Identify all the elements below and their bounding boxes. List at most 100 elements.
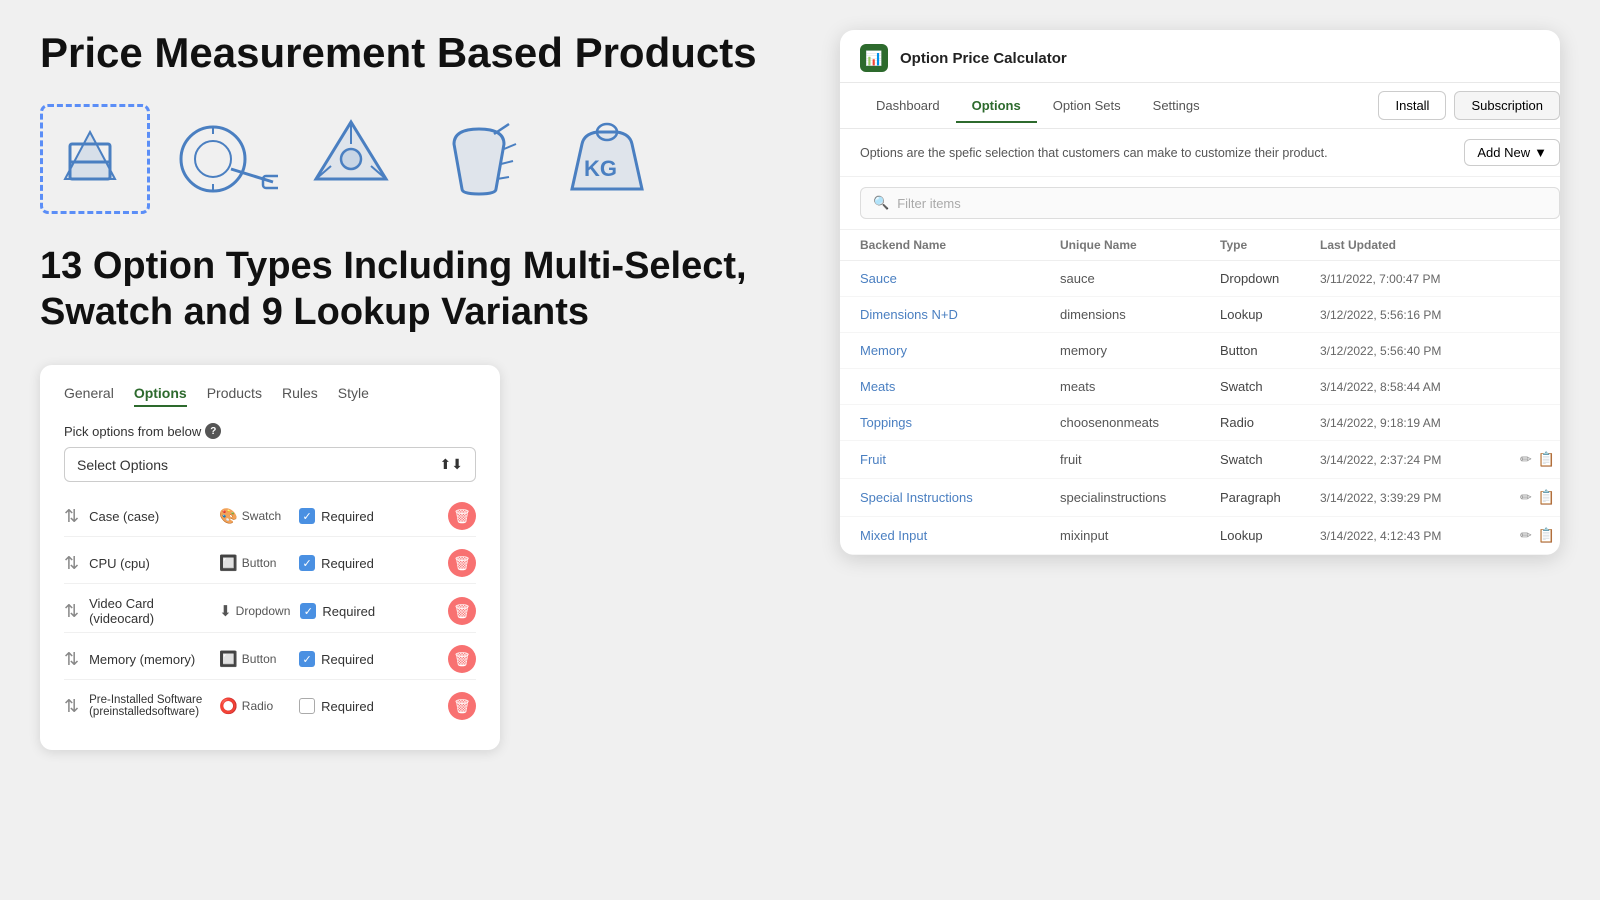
nav-settings[interactable]: Settings: [1137, 88, 1216, 123]
add-new-button[interactable]: Add New ▼: [1464, 139, 1560, 166]
app-logo: 📊: [860, 44, 888, 72]
desc-bar: Options are the spefic selection that cu…: [840, 129, 1560, 177]
icon-transform: [296, 104, 406, 214]
table-row: Memory memory Button 3/12/2022, 5:56:40 …: [840, 333, 1560, 369]
option-row: ⇅ Pre-Installed Software (preinstalledso…: [64, 686, 476, 726]
required-check: ✓ Required: [299, 508, 438, 524]
left-panel: Price Measurement Based Products: [40, 30, 800, 750]
tab-style[interactable]: Style: [338, 385, 369, 407]
drag-icon[interactable]: ⇅: [64, 649, 79, 670]
icon-kg: KG: [552, 104, 662, 214]
row-unique: meats: [1060, 379, 1220, 394]
filter-input[interactable]: 🔍 Filter items: [860, 187, 1560, 219]
drag-icon[interactable]: ⇅: [64, 553, 79, 574]
table-row: Dimensions N+D dimensions Lookup 3/12/20…: [840, 297, 1560, 333]
col-type: Type: [1220, 238, 1320, 252]
row-type: Radio: [1220, 415, 1320, 430]
row-type: Paragraph: [1220, 490, 1320, 505]
delete-btn[interactable]: 🗑: [448, 692, 476, 720]
drag-icon[interactable]: ⇅: [64, 696, 79, 717]
row-type: Swatch: [1220, 452, 1320, 467]
option-name: Memory (memory): [89, 652, 209, 667]
row-unique: choosenonmeats: [1060, 415, 1220, 430]
copy-icon[interactable]: 📋: [1538, 489, 1555, 506]
row-date: 3/12/2022, 5:56:40 PM: [1320, 344, 1520, 358]
type-badge-dropdown: ⬇Dropdown: [219, 602, 290, 620]
row-unique: fruit: [1060, 452, 1220, 467]
tab-rules[interactable]: Rules: [282, 385, 318, 407]
row-unique: specialinstructions: [1060, 490, 1220, 505]
tab-products[interactable]: Products: [207, 385, 262, 407]
type-badge-swatch: 🎨Swatch: [219, 507, 289, 525]
table-row: Sauce sauce Dropdown 3/11/2022, 7:00:47 …: [840, 261, 1560, 297]
row-type: Dropdown: [1220, 271, 1320, 286]
copy-icon[interactable]: 📋: [1538, 451, 1555, 468]
drag-icon[interactable]: ⇅: [64, 506, 79, 527]
row-name[interactable]: Special Instructions: [860, 490, 1060, 505]
row-name[interactable]: Fruit: [860, 452, 1060, 467]
row-actions: ✏ 📋 🗑: [1520, 527, 1560, 544]
install-button[interactable]: Install: [1378, 91, 1446, 120]
select-options-dropdown[interactable]: Select Options ⬆⬇: [64, 447, 476, 482]
row-name[interactable]: Toppings: [860, 415, 1060, 430]
table-body: Sauce sauce Dropdown 3/11/2022, 7:00:47 …: [840, 261, 1560, 555]
nav-options[interactable]: Options: [956, 88, 1037, 123]
checkbox-empty[interactable]: [299, 698, 315, 714]
icon-bucket: [424, 104, 534, 214]
icon-measure-box: [40, 104, 150, 214]
checkbox-required[interactable]: ✓: [299, 555, 315, 571]
checkbox-required[interactable]: ✓: [300, 603, 316, 619]
row-name[interactable]: Mixed Input: [860, 528, 1060, 543]
copy-icon[interactable]: 📋: [1538, 527, 1555, 544]
edit-icon[interactable]: ✏: [1520, 451, 1532, 468]
pick-label: Pick options from below ?: [64, 423, 476, 439]
row-type: Lookup: [1220, 528, 1320, 543]
option-name: Pre-Installed Software (preinstalledsoft…: [89, 694, 209, 718]
filter-bar: 🔍 Filter items: [840, 177, 1560, 230]
help-icon: ?: [205, 423, 221, 439]
tab-options[interactable]: Options: [134, 385, 187, 407]
row-unique: dimensions: [1060, 307, 1220, 322]
edit-icon[interactable]: ✏: [1520, 527, 1532, 544]
row-name[interactable]: Sauce: [860, 271, 1060, 286]
option-name: CPU (cpu): [89, 556, 209, 571]
col-last-updated: Last Updated: [1320, 238, 1520, 252]
sub-title: 13 Option Types Including Multi-Select, …: [40, 244, 800, 335]
row-date: 3/14/2022, 9:18:19 AM: [1320, 416, 1520, 430]
delete-btn[interactable]: 🗑: [448, 502, 476, 530]
checkbox-required[interactable]: ✓: [299, 508, 315, 524]
option-row: ⇅ CPU (cpu) 🔲Button ✓ Required 🗑: [64, 543, 476, 584]
app-header: 📊 Option Price Calculator: [840, 30, 1560, 83]
delete-btn[interactable]: 🗑: [448, 549, 476, 577]
icons-row: KG: [40, 104, 800, 214]
main-title: Price Measurement Based Products: [40, 30, 800, 76]
right-panel: 📊 Option Price Calculator Dashboard Opti…: [840, 30, 1560, 555]
nav-dashboard[interactable]: Dashboard: [860, 88, 956, 123]
row-name[interactable]: Dimensions N+D: [860, 307, 1060, 322]
edit-icon[interactable]: ✏: [1520, 489, 1532, 506]
row-name[interactable]: Meats: [860, 379, 1060, 394]
tab-general[interactable]: General: [64, 385, 114, 407]
option-row: ⇅ Case (case) 🎨Swatch ✓ Required 🗑: [64, 496, 476, 537]
col-unique-name: Unique Name: [1060, 238, 1220, 252]
drag-icon[interactable]: ⇅: [64, 601, 79, 622]
subscription-button[interactable]: Subscription: [1454, 91, 1560, 120]
nav-option-sets[interactable]: Option Sets: [1037, 88, 1137, 123]
row-date: 3/14/2022, 8:58:44 AM: [1320, 380, 1520, 394]
app-title: Option Price Calculator: [900, 50, 1067, 67]
required-check: ✓ Required: [300, 603, 438, 619]
delete-btn[interactable]: 🗑: [448, 597, 476, 625]
type-badge-button: 🔲Button: [219, 554, 289, 572]
row-name[interactable]: Memory: [860, 343, 1060, 358]
required-check: Required: [299, 698, 438, 714]
delete-btn[interactable]: 🗑: [448, 645, 476, 673]
app-main: 📊 Option Price Calculator Dashboard Opti…: [840, 30, 1560, 555]
checkbox-required[interactable]: ✓: [299, 651, 315, 667]
row-actions: ✏ 📋 🗑: [1520, 451, 1560, 468]
row-date: 3/14/2022, 4:12:43 PM: [1320, 529, 1520, 543]
page-wrapper: Price Measurement Based Products: [0, 0, 1600, 900]
search-icon: 🔍: [873, 195, 889, 211]
col-backend-name: Backend Name: [860, 238, 1060, 252]
row-date: 3/14/2022, 2:37:24 PM: [1320, 453, 1520, 467]
table-row: Mixed Input mixinput Lookup 3/14/2022, 4…: [840, 517, 1560, 555]
